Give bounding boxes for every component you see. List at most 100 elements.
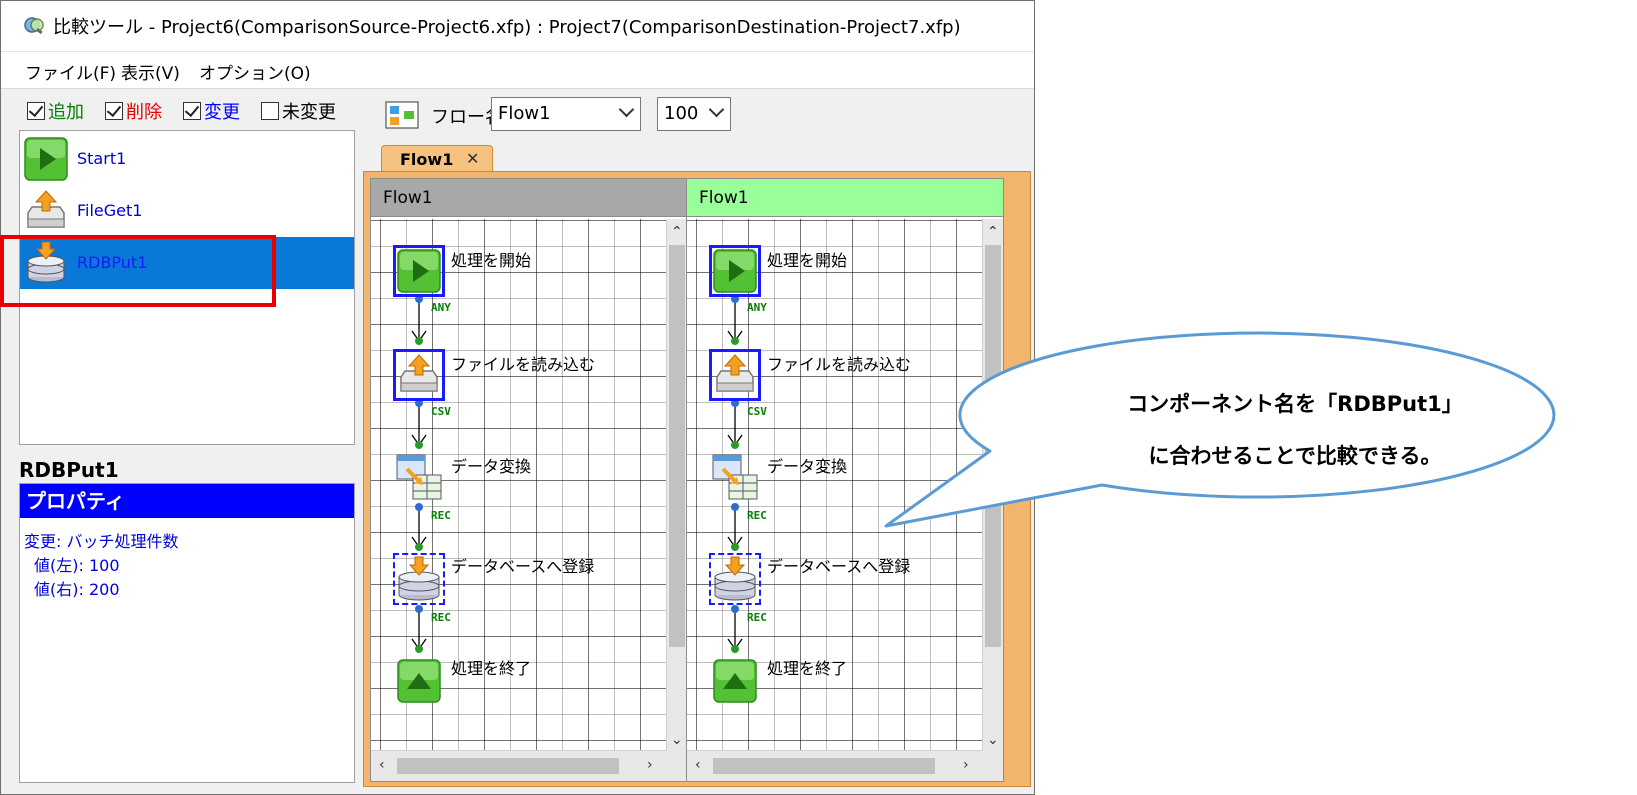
selection-frame (393, 349, 445, 401)
flow-node-database-put[interactable] (709, 553, 761, 605)
tab-label: Flow1 (400, 150, 454, 169)
connector-label: CSV (747, 405, 767, 418)
horizontal-scrollbar[interactable]: ‹ › (371, 750, 667, 781)
component-label: Start1 (77, 149, 127, 168)
flow-node-label: 処理を終了 (767, 659, 848, 678)
flow-node-start[interactable] (393, 245, 445, 297)
source-pane-header: Flow1 (371, 179, 687, 217)
connector-label: REC (747, 509, 767, 522)
selection-frame (709, 553, 761, 605)
flow-node-end[interactable] (709, 655, 761, 707)
connector-label: REC (747, 611, 767, 624)
component-label: FileGet1 (77, 201, 143, 220)
scroll-thumb[interactable] (397, 758, 619, 774)
chevron-up-icon[interactable]: ⌃ (671, 225, 683, 239)
checkbox-checked-icon (105, 102, 123, 120)
scroll-corner (983, 751, 1003, 781)
property-change-line: 変更: バッチ処理件数 (24, 532, 179, 551)
flow-toolbar: フロー名 Flow1 100 (363, 91, 1031, 137)
property-header: プロパティ (20, 484, 354, 518)
filter-added-label: 追加 (48, 102, 84, 123)
flow-tab-strip: Flow1 ✕ (363, 139, 1031, 175)
checkbox-unchecked-icon (261, 102, 279, 120)
menu-bar: ファイル(F) 表示(V) オプション(O) (1, 52, 1034, 89)
chevron-right-icon[interactable]: › (647, 758, 653, 772)
flow-name-select[interactable]: Flow1 (491, 97, 641, 131)
chevron-down-icon (708, 101, 725, 118)
component-item-fileget1[interactable]: FileGet1 (20, 185, 354, 237)
zoom-select[interactable]: 100 (657, 97, 731, 131)
flow-node-label: データベースへ登録 (451, 557, 595, 576)
filter-deleted-checkbox[interactable]: 削除 (105, 99, 162, 123)
vertical-scrollbar[interactable]: ⌃ ⌄ (666, 219, 687, 751)
menu-view[interactable]: 表示(V) (121, 59, 180, 84)
data-transform-icon (712, 454, 758, 500)
file-get-icon (27, 190, 65, 228)
chevron-up-icon[interactable]: ⌃ (987, 225, 999, 239)
scroll-thumb[interactable] (669, 245, 685, 647)
scroll-corner (667, 751, 687, 781)
filter-deleted-label: 削除 (126, 102, 162, 123)
checkbox-checked-icon (183, 102, 201, 120)
chevron-down-icon[interactable]: ⌄ (671, 733, 683, 747)
close-icon[interactable]: ✕ (466, 149, 479, 168)
connector-label: ANY (747, 301, 767, 314)
filter-changed-label: 変更 (204, 102, 240, 123)
flow-node-label: データベースへ登録 (767, 557, 911, 576)
flow-node-label: データ変換 (767, 457, 848, 476)
connector-label: REC (431, 509, 451, 522)
chevron-down-icon (618, 101, 635, 118)
selection-frame (393, 553, 445, 605)
callout-text-line2: に合わせることで比較できる。 (1148, 444, 1442, 468)
flow-node-file-get[interactable] (709, 349, 761, 401)
destination-pane-header: Flow1 (687, 179, 1003, 217)
scroll-thumb[interactable] (713, 758, 935, 774)
flow-node-file-get[interactable] (393, 349, 445, 401)
title-bar: 比較ツール - Project6(ComparisonSource-Projec… (1, 1, 1034, 52)
menu-file[interactable]: ファイル(F) (25, 59, 116, 84)
horizontal-scrollbar[interactable]: ‹ › (687, 750, 983, 781)
source-flow-pane: Flow1 処理を開始 ANY ファイルを読み込む CSV データ変換 REC … (370, 178, 688, 782)
chevron-left-icon[interactable]: ‹ (379, 758, 385, 772)
window-title: 比較ツール - Project6(ComparisonSource-Projec… (53, 17, 961, 38)
flow-node-label: 処理を開始 (767, 251, 848, 270)
selection-frame (709, 245, 761, 297)
property-left-value: 値(左): 100 (34, 556, 120, 575)
checkbox-checked-icon (27, 102, 45, 120)
speech-bubble (884, 331, 1556, 528)
flow-node-label: 処理を終了 (451, 659, 532, 678)
start-icon (24, 137, 68, 181)
selection-frame (393, 245, 445, 297)
chevron-right-icon[interactable]: › (963, 758, 969, 772)
connector-label: REC (431, 611, 451, 624)
flow-node-start[interactable] (709, 245, 761, 297)
menu-options[interactable]: オプション(O) (199, 59, 311, 84)
chevron-down-icon[interactable]: ⌄ (987, 733, 999, 747)
zoom-select-value: 100 (664, 103, 699, 124)
property-panel: プロパティ 変更: バッチ処理件数 値(左): 100 値(右): 200 (19, 483, 355, 783)
flow-node-label: ファイルを読み込む (451, 355, 596, 374)
highlight-box (0, 235, 276, 307)
flow-node-label: 処理を開始 (451, 251, 532, 270)
chevron-left-icon[interactable]: ‹ (695, 758, 701, 772)
filter-unchanged-label: 未変更 (282, 102, 336, 123)
filter-unchanged-checkbox[interactable]: 未変更 (261, 99, 336, 123)
flow-node-data-transform[interactable] (709, 451, 761, 503)
property-right-value: 値(右): 200 (34, 580, 120, 599)
property-component-name: RDBPut1 (19, 458, 119, 482)
flow-diagram-icon[interactable] (385, 101, 419, 129)
selection-frame (709, 349, 761, 401)
connector-label: CSV (431, 405, 451, 418)
flow-name-select-value: Flow1 (498, 103, 551, 124)
connector-label: ANY (431, 301, 451, 314)
end-icon (397, 659, 441, 703)
flow-node-database-put[interactable] (393, 553, 445, 605)
source-flow-canvas[interactable]: 処理を開始 ANY ファイルを読み込む CSV データ変換 REC データベース… (371, 219, 667, 751)
callout-text-line1: コンポーネント名を「RDBPut1」 (1127, 392, 1463, 416)
filter-added-checkbox[interactable]: 追加 (27, 99, 84, 123)
flow-node-end[interactable] (393, 655, 445, 707)
flow-node-data-transform[interactable] (393, 451, 445, 503)
compare-tool-icon (24, 17, 44, 35)
filter-changed-checkbox[interactable]: 変更 (183, 99, 240, 123)
component-item-start1[interactable]: Start1 (20, 133, 354, 185)
